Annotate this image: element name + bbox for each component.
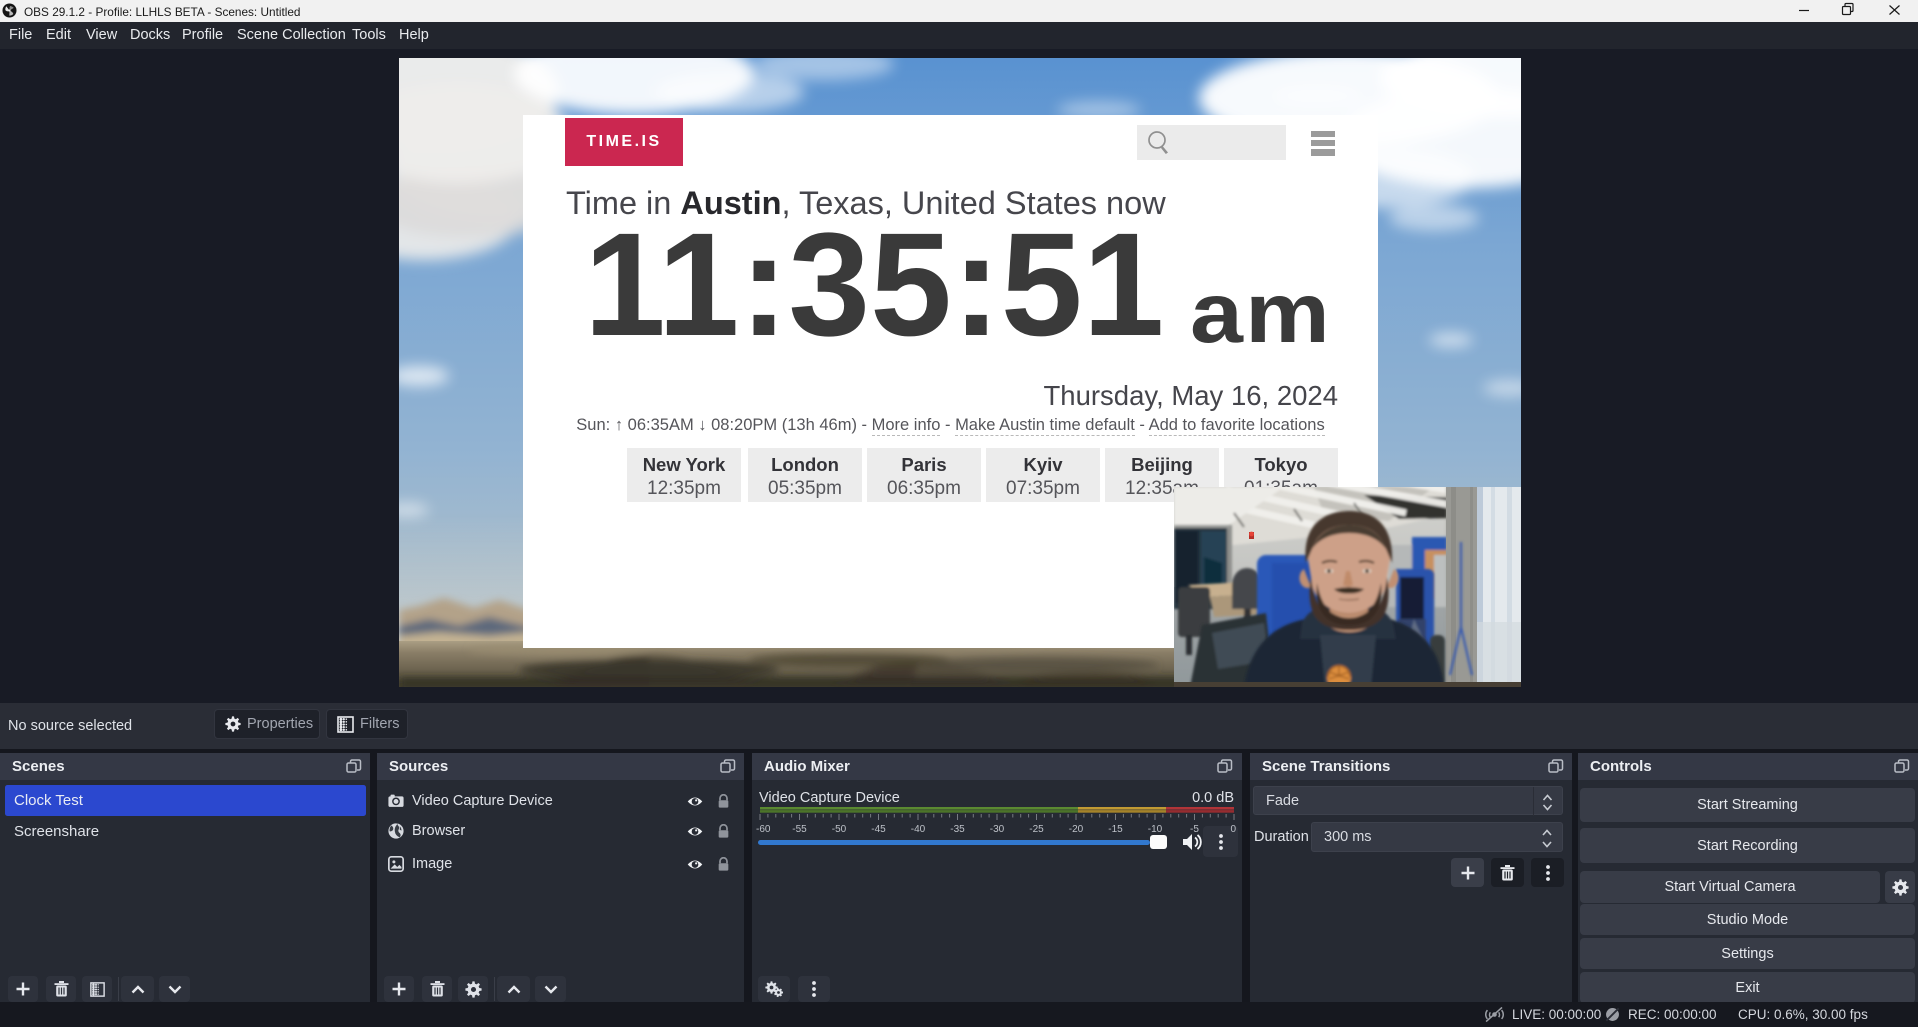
svg-text:-30: -30 <box>990 824 1005 835</box>
svg-text:-25: -25 <box>1029 824 1044 835</box>
svg-text:-5: -5 <box>1190 824 1199 835</box>
svg-text:-15: -15 <box>1108 824 1123 835</box>
svg-text:-50: -50 <box>832 824 847 835</box>
svg-text:0: 0 <box>1230 824 1236 835</box>
svg-text:-40: -40 <box>911 824 926 835</box>
svg-text:-20: -20 <box>1069 824 1084 835</box>
svg-text:-45: -45 <box>871 824 886 835</box>
svg-text:-60: -60 <box>756 824 771 835</box>
svg-text:-55: -55 <box>792 824 807 835</box>
svg-text:-35: -35 <box>950 824 965 835</box>
svg-text:-10: -10 <box>1148 824 1163 835</box>
